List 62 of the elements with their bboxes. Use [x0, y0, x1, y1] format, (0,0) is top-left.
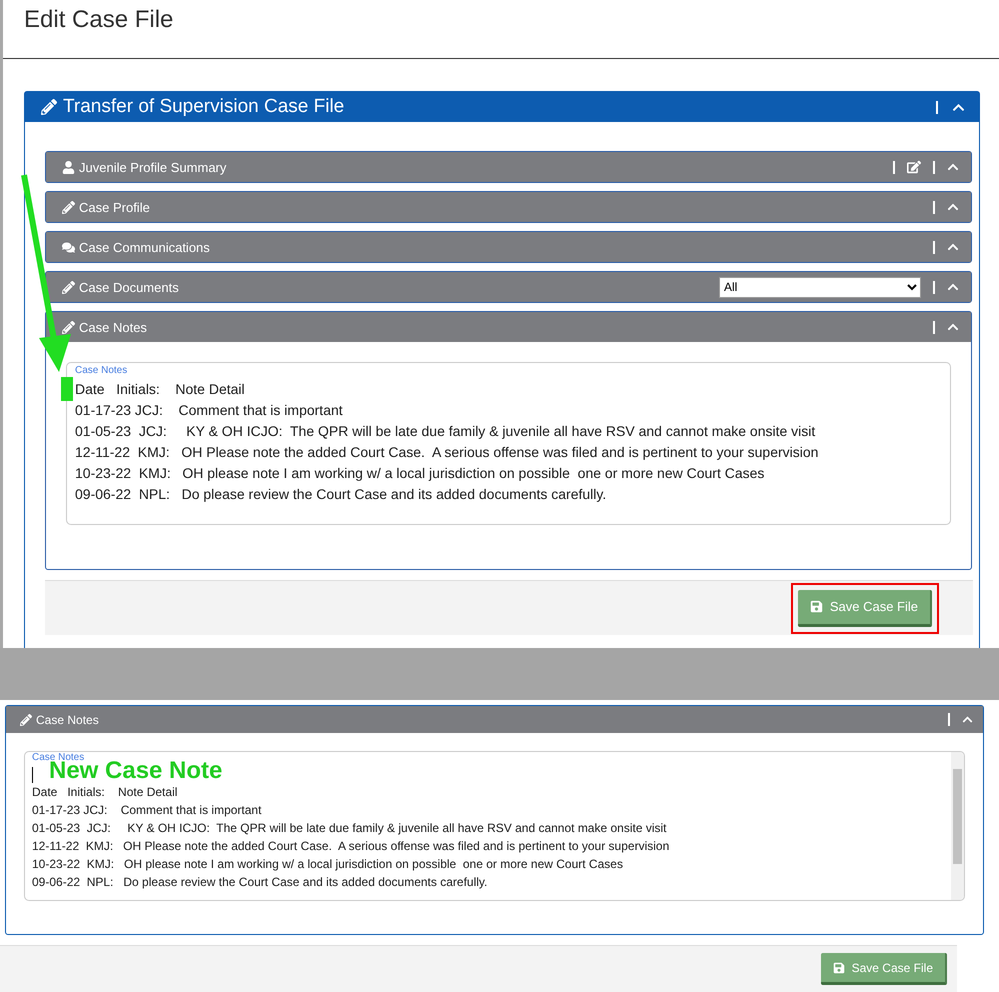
section-header[interactable]: Case Profile	[46, 192, 971, 222]
section-header[interactable]: Case Notes	[6, 706, 983, 733]
collapse-icon[interactable]	[947, 241, 959, 253]
notes-field[interactable]	[24, 751, 965, 901]
collapse-icon[interactable]	[947, 321, 959, 333]
divider-bar	[933, 240, 935, 254]
section-title: Case Notes	[36, 712, 100, 726]
save-icon	[810, 600, 823, 613]
pencil-icon	[41, 99, 57, 115]
save-icon	[832, 962, 845, 974]
divider-bar	[933, 160, 935, 174]
save-button[interactable]: Save Case File	[798, 590, 932, 626]
note-line: Date Initials: Note Detail	[75, 380, 246, 399]
note-line: 01-05-23 JCJ: KY & OH ICJO: The QPR will be late due family & juvenile all have RSV and cannot make onsite visit	[32, 820, 668, 837]
text-cursor	[32, 767, 33, 783]
pencil-icon	[62, 280, 75, 294]
collapse-icon[interactable]	[947, 201, 959, 213]
section-title: Case Documents	[79, 280, 180, 294]
notes-field[interactable]	[66, 362, 951, 525]
collapse-icon[interactable]	[962, 714, 973, 725]
chat-icon	[62, 240, 75, 254]
cursor-marker	[61, 377, 73, 401]
field-label: Case Notes	[32, 753, 84, 759]
note-line: 12-11-22 KMJ: OH Please note the added Court Case. A serious offense was filed and is pertinent to your supervision	[75, 443, 820, 462]
note-line: 09-06-22 NPL: Do please review the Court Case and its added documents carefully.	[32, 874, 488, 891]
scrollbar[interactable]	[951, 752, 964, 900]
pencil-icon	[62, 320, 75, 334]
section-title: Case Communications	[79, 240, 211, 254]
note-line: 01-17-23 JCJ: Comment that is important	[75, 401, 344, 420]
divider-bar	[933, 200, 935, 214]
note-line: 12-11-22 KMJ: OH Please note the added Court Case. A serious offense was filed and is pertinent to your supervision	[32, 838, 670, 855]
field-label: Case Notes	[75, 366, 128, 378]
divider-bar	[948, 713, 950, 726]
note-line: Date Initials: Note Detail	[32, 784, 178, 801]
collapse-icon[interactable]	[947, 161, 959, 173]
section-title: Case Profile	[79, 200, 151, 214]
section-title: Case Notes	[79, 320, 148, 334]
document-filter-select[interactable]: All	[719, 276, 921, 298]
note-line: 09-06-22 NPL: Do please review the Court Case and its added documents carefully.	[75, 485, 608, 504]
section-title: Juvenile Profile Summary	[79, 160, 228, 174]
scroll-thumb[interactable]	[953, 769, 962, 864]
section-header[interactable]: Case Notes	[46, 312, 971, 342]
save-button[interactable]: Save Case File	[820, 953, 947, 985]
pencil-icon	[62, 200, 75, 214]
note-line: 10-23-22 KMJ: OH please note I am working w/ a local jurisdiction on possible one or more new Court Cases	[32, 856, 624, 873]
divider-bar	[933, 280, 935, 294]
divider-bar	[936, 100, 938, 114]
section-header[interactable]: Case Documents All	[46, 272, 971, 302]
note-line: 01-17-23 JCJ: Comment that is important	[32, 802, 262, 819]
divider-bar	[893, 160, 895, 174]
page-title: Edit Case File	[3, 0, 999, 59]
pencil-icon	[20, 714, 32, 726]
note-line: 01-05-23 JCJ: KY & OH ICJO: The QPR will be late due family & juvenile all have RSV and cannot make onsite visit	[75, 422, 816, 441]
annotation-text: New Case Note	[49, 759, 222, 783]
divider-bar	[933, 320, 935, 334]
collapse-icon[interactable]	[947, 281, 959, 293]
edit-icon[interactable]	[907, 160, 921, 174]
user-icon	[62, 160, 75, 174]
panel-title: Transfer of Supervision Case File	[63, 96, 346, 118]
section-header[interactable]: Juvenile Profile Summary	[46, 152, 971, 182]
note-line: 10-23-22 KMJ: OH please note I am working w/ a local jurisdiction on possible one or more new Court Cases	[75, 464, 766, 483]
section-header[interactable]: Case Communications	[46, 232, 971, 262]
